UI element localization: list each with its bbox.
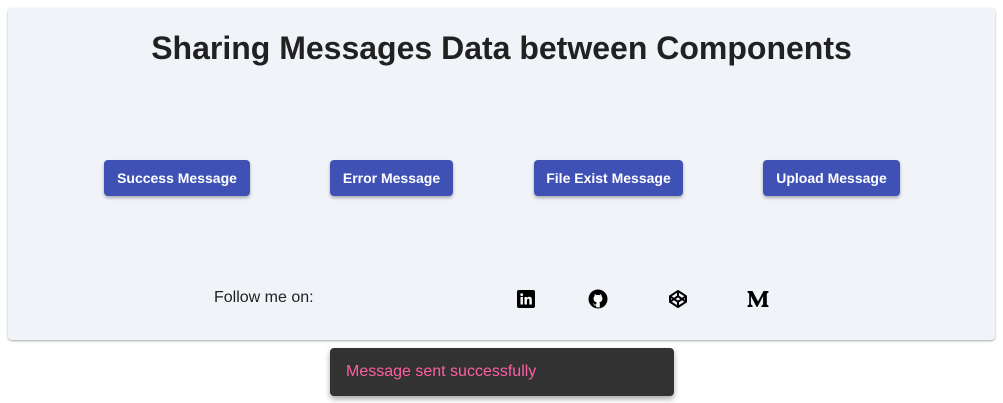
page-title: Sharing Messages Data between Components bbox=[151, 30, 852, 66]
linkedin-icon bbox=[517, 290, 535, 308]
codepen-link[interactable] bbox=[667, 288, 689, 310]
github-link[interactable] bbox=[587, 288, 609, 310]
upload-message-button[interactable]: Upload Message bbox=[763, 160, 900, 196]
github-icon bbox=[588, 289, 608, 309]
success-message-button[interactable]: Success Message bbox=[104, 160, 250, 196]
codepen-icon bbox=[669, 290, 687, 308]
main-card: Sharing Messages Data between Components… bbox=[8, 8, 995, 340]
file-exist-message-button[interactable]: File Exist Message bbox=[534, 160, 683, 196]
medium-link[interactable] bbox=[747, 288, 769, 310]
follow-label: Follow me on: bbox=[214, 289, 314, 306]
error-message-button[interactable]: Error Message bbox=[330, 160, 453, 196]
medium-icon bbox=[747, 291, 769, 307]
linkedin-link[interactable] bbox=[515, 288, 537, 310]
snackbar-message: Message sent successfully bbox=[346, 363, 537, 380]
snackbar: Message sent successfully bbox=[330, 348, 674, 396]
